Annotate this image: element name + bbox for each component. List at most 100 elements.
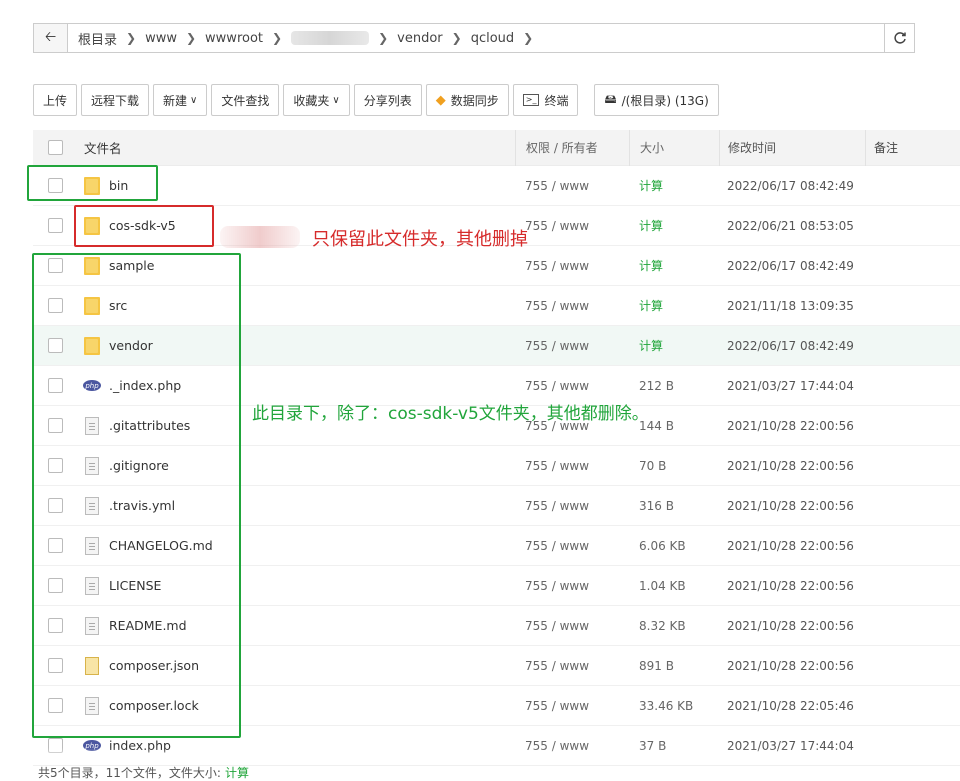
file-size: 212 B [639, 378, 674, 393]
disk-icon: 🖴 [604, 91, 617, 106]
file-perm[interactable]: 755 / www [515, 179, 629, 193]
file-perm[interactable]: 755 / www [515, 259, 629, 273]
chevron-right-icon: ❯ [378, 31, 389, 45]
diamond-icon: ◆ [435, 92, 446, 108]
file-size: 8.32 KB [639, 618, 686, 633]
terminal-label: 终端 [544, 93, 569, 108]
header-perm[interactable]: 权限 / 所有者 [515, 129, 629, 166]
file-size: 316 B [639, 498, 674, 513]
file-mtime: 2021/10/28 22:00:56 [727, 578, 854, 593]
file-size: 33.46 KB [639, 698, 694, 713]
file-perm[interactable]: 755 / www [515, 339, 629, 353]
file-mtime: 2021/10/28 22:00:56 [727, 418, 854, 433]
file-mtime: 2021/10/28 22:00:56 [727, 618, 854, 633]
table-header: 文件名 权限 / 所有者 大小 修改时间 备注 [33, 129, 960, 166]
file-perm[interactable]: 755 / www [515, 299, 629, 313]
file-perm[interactable]: 755 / www [515, 459, 629, 473]
file-mtime: 2021/10/28 22:05:46 [727, 698, 854, 713]
annotation-box-keep [74, 205, 214, 247]
chevron-right-icon: ❯ [126, 31, 137, 45]
breadcrumb-www[interactable]: www [145, 31, 177, 46]
file-perm[interactable]: 755 / www [515, 379, 629, 393]
select-all-checkbox[interactable] [47, 140, 63, 155]
file-perm[interactable]: 755 / www [515, 539, 629, 553]
file-mtime: 2021/10/28 22:00:56 [727, 458, 854, 473]
refresh-button[interactable] [884, 24, 914, 52]
bottom-fade [0, 748, 960, 762]
file-size[interactable]: 计算 [629, 257, 719, 274]
file-search-button[interactable]: 文件查找 [211, 84, 280, 116]
favorites-label: 收藏夹 [293, 93, 330, 108]
file-manager: 🡠 根目录 ❯ www ❯ wwwroot ❯ ❯ vendor ❯ qclou… [0, 0, 960, 780]
arrow-left-icon: 🡠 [44, 29, 57, 45]
chevron-right-icon: ❯ [523, 31, 534, 45]
file-perm[interactable]: 755 / www [515, 699, 629, 713]
file-perm[interactable]: 755 / www [515, 579, 629, 593]
upload-button[interactable]: 上传 [33, 84, 78, 116]
file-size[interactable]: 计算 [629, 217, 719, 234]
file-perm[interactable]: 755 / www [515, 219, 629, 233]
header-mtime[interactable]: 修改时间 [719, 129, 865, 166]
file-mtime: 2022/06/21 08:53:05 [727, 218, 854, 233]
terminal-button[interactable]: >_ 终端 [512, 84, 579, 116]
new-label: 新建 [163, 93, 188, 108]
file-size[interactable]: 计算 [629, 177, 719, 194]
favorites-button[interactable]: 收藏夹 ∨ [283, 84, 350, 116]
file-perm[interactable]: 755 / www [515, 619, 629, 633]
disk-label: /(根目录) (13G) [621, 93, 709, 108]
header-name[interactable]: 文件名 [77, 138, 515, 157]
chevron-down-icon: ∨ [332, 94, 340, 106]
data-sync-label: 数据同步 [450, 93, 499, 108]
chevron-right-icon: ❯ [272, 31, 283, 45]
toolbar: 上传 远程下载 新建 ∨ 文件查找 收藏夹 ∨ 分享列表 ◆ 数据同步 >_ 终… [33, 84, 719, 116]
disk-button[interactable]: 🖴 /(根目录) (13G) [594, 84, 719, 116]
file-size[interactable]: 计算 [629, 337, 719, 354]
share-list-button[interactable]: 分享列表 [353, 84, 422, 116]
annotation-delete-note: 此目录下，除了：cos-sdk-v5文件夹，其他都删除。 [252, 404, 649, 424]
file-mtime: 2021/03/27 17:44:04 [727, 378, 854, 393]
chevron-right-icon: ❯ [451, 31, 462, 45]
annotation-box-delete [32, 253, 241, 738]
terminal-icon: >_ [522, 94, 540, 106]
file-size: 6.06 KB [639, 538, 686, 553]
redacted-smudge [220, 226, 300, 248]
file-mtime: 2021/10/28 22:00:56 [727, 498, 854, 513]
breadcrumb-root[interactable]: 根目录 [78, 29, 117, 48]
refresh-icon [893, 32, 906, 44]
file-mtime: 2022/06/17 08:42:49 [727, 178, 854, 193]
row-checkbox[interactable] [47, 218, 63, 233]
file-size: 891 B [639, 658, 674, 673]
breadcrumb-vendor[interactable]: vendor [397, 31, 442, 46]
file-mtime: 2021/11/18 13:09:35 [727, 298, 854, 313]
header-note: 备注 [865, 129, 960, 166]
breadcrumb-wwwroot[interactable]: wwwroot [205, 31, 263, 46]
file-size[interactable]: 计算 [629, 297, 719, 314]
header-size[interactable]: 大小 [629, 129, 719, 166]
file-perm[interactable]: 755 / www [515, 499, 629, 513]
remote-download-button[interactable]: 远程下载 [81, 84, 150, 116]
file-mtime: 2021/10/28 22:00:56 [727, 538, 854, 553]
breadcrumb-bar: 🡠 根目录 ❯ www ❯ wwwroot ❯ ❯ vendor ❯ qclou… [33, 23, 915, 53]
table-row[interactable]: bin 755 / www 计算 2022/06/17 08:42:49 [33, 166, 960, 206]
select-all-cell [33, 140, 77, 155]
file-size: 70 B [639, 458, 667, 473]
breadcrumb-qcloud[interactable]: qcloud [471, 31, 514, 46]
footer-calc-link[interactable]: 计算 [225, 766, 249, 780]
annotation-keep-note: 只保留此文件夹，其他删掉 [312, 229, 528, 250]
row-select-cell [33, 218, 77, 233]
back-button[interactable]: 🡠 [34, 24, 68, 52]
chevron-down-icon: ∨ [190, 94, 198, 106]
file-mtime: 2022/06/17 08:42:49 [727, 338, 854, 353]
breadcrumb-redacted[interactable] [291, 31, 370, 45]
breadcrumb: 根目录 ❯ www ❯ wwwroot ❯ ❯ vendor ❯ qcloud … [68, 24, 884, 52]
file-size: 1.04 KB [639, 578, 686, 593]
footer-summary: 共5个目录，11个文件，文件大小: 计算 [38, 764, 249, 781]
file-mtime: 2021/10/28 22:00:56 [727, 658, 854, 673]
annotation-box-bin [27, 165, 158, 201]
file-mtime: 2022/06/17 08:42:49 [727, 258, 854, 273]
new-button[interactable]: 新建 ∨ [153, 84, 208, 116]
file-perm[interactable]: 755 / www [515, 659, 629, 673]
footer-summary-text: 共5个目录，11个文件，文件大小: [38, 766, 221, 780]
data-sync-button[interactable]: ◆ 数据同步 [425, 84, 509, 116]
chevron-right-icon: ❯ [185, 31, 197, 45]
